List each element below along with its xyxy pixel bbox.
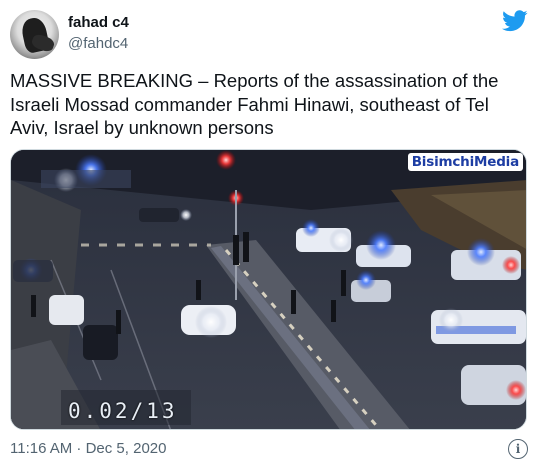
media-watermark: BisimchiMedia bbox=[407, 153, 523, 171]
tweet-text: MASSIVE BREAKING – Reports of the assass… bbox=[10, 70, 499, 138]
tweet-video[interactable]: BisimchiMedia 0.02/13 bbox=[10, 149, 527, 430]
author-handle[interactable]: @fahdc4 bbox=[68, 35, 128, 52]
video-timer: 0.02/13 bbox=[68, 399, 178, 423]
video-frame bbox=[11, 150, 526, 429]
info-icon[interactable]: i bbox=[508, 439, 528, 459]
tweet-card: fahad c4 @fahdc4 MASSIVE BREAKING – Repo… bbox=[0, 0, 540, 464]
tweet-timestamp[interactable]: 11:16 AM · Dec 5, 2020 bbox=[10, 440, 166, 457]
avatar[interactable] bbox=[10, 10, 59, 59]
author-name[interactable]: fahad c4 bbox=[68, 14, 129, 31]
twitter-bird-icon[interactable] bbox=[502, 10, 528, 32]
